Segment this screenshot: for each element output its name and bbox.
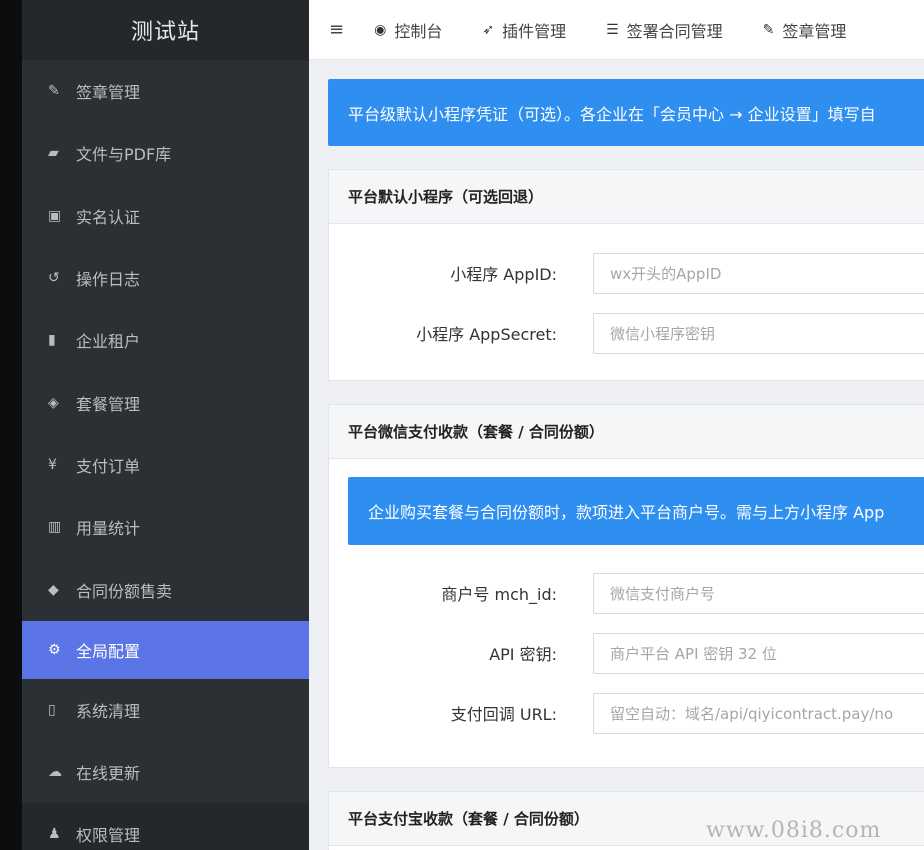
history-icon: ↺	[48, 270, 60, 287]
top-navbar: ≡ ◉ 控制台 ➶ 插件管理 ☰ 签署合同管理 ✎ 签章管理	[309, 0, 924, 60]
sidebar-item-label: 合同份额售卖	[76, 581, 173, 601]
brand-title[interactable]: 测试站	[22, 0, 309, 60]
top-nav-label: 插件管理	[502, 21, 567, 41]
list-icon: ☰	[606, 21, 619, 38]
rocket-icon: ➶	[482, 21, 495, 38]
sidebar-item[interactable]: ♟ 权限管理	[22, 803, 309, 850]
id-card-icon: ▣	[48, 207, 62, 224]
users-icon: ♟	[48, 826, 61, 843]
field-label: 小程序 AppID:	[450, 265, 557, 284]
sidebar-item-label: 在线更新	[76, 764, 141, 784]
field-label: 商户号 mch_id:	[441, 585, 557, 604]
sidebar: 测试站 ✎ 签章管理 ▰ 文件与PDF库 ▣ 实名认证 ↺ 操作日志 ▮ 企业租户 ◈ 套餐管理 ¥ 支付…	[22, 0, 309, 850]
form-row-mch-id: 商户号 mch_id: 微信支付商户号	[329, 563, 924, 623]
wechat-pay-panel: 平台微信支付收款（套餐 / 合同份额） 企业购买套餐与合同份额时，款项进入平台商…	[328, 404, 924, 768]
left-edge-strip	[0, 0, 22, 850]
sidebar-item[interactable]: ☁ 在线更新	[22, 741, 309, 803]
sidebar-item-label: 全局配置	[76, 641, 141, 661]
panel-title: 平台默认小程序（可选回退）	[329, 170, 924, 224]
sidebar-item-label: 系统清理	[76, 701, 141, 721]
top-nav-label: 签章管理	[782, 21, 847, 41]
sidebar-item[interactable]: ◈ 套餐管理	[22, 371, 309, 433]
top-nav-label: 控制台	[394, 21, 443, 41]
sidebar-item-label: 支付订单	[76, 456, 141, 476]
dashboard-icon: ◉	[374, 21, 387, 38]
form-row-notify-url: 支付回调 URL: 留空自动：域名/api/qiyicontract.pay/n…	[329, 683, 924, 743]
form-row-api-key: API 密钥: 商户平台 API 密钥 32 位	[329, 623, 924, 683]
sidebar-item[interactable]: ▥ 用量统计	[22, 496, 309, 558]
sidebar-item[interactable]: ¥ 支付订单	[22, 434, 309, 496]
platform-notice: 平台级默认小程序凭证（可选）。各企业在「会员中心 → 企业设置」填写自	[328, 79, 924, 146]
building-icon: ▮	[48, 332, 56, 349]
sidebar-item-label: 文件与PDF库	[76, 145, 172, 165]
sidebar-item[interactable]: ✎ 签章管理	[22, 60, 309, 122]
edit-icon: ✎	[48, 83, 60, 100]
api-key-input[interactable]: 商户平台 API 密钥 32 位	[593, 632, 924, 674]
trash-icon: ▯	[48, 701, 56, 718]
form-row-appsecret: 小程序 AppSecret: 微信小程序密钥	[329, 303, 924, 363]
sidebar-item-label: 企业租户	[76, 332, 141, 352]
top-nav: ◉ 控制台 ➶ 插件管理 ☰ 签署合同管理 ✎ 签章管理	[374, 18, 886, 42]
folder-icon: ▰	[48, 145, 59, 162]
wechat-pay-notice: 企业购买套餐与合同份额时，款项进入平台商户号。需与上方小程序 App	[348, 477, 924, 545]
yen-icon: ¥	[48, 456, 57, 473]
field-label: 支付回调 URL:	[450, 705, 557, 724]
appid-input[interactable]: wx开头的AppID	[593, 252, 924, 294]
sidebar-item[interactable]: ⚙ 全局配置	[22, 620, 309, 679]
top-nav-item[interactable]: ✎ 签章管理	[763, 18, 847, 42]
tag-icon: ◆	[48, 581, 59, 598]
edit-icon: ✎	[762, 21, 775, 38]
sidebar-item-label: 用量统计	[76, 519, 141, 539]
mch-id-input[interactable]: 微信支付商户号	[593, 572, 924, 614]
cogs-icon: ⚙	[48, 641, 61, 658]
sidebar-item-label: 权限管理	[76, 826, 141, 846]
cloud-upload-icon: ☁	[48, 764, 62, 781]
field-label: API 密钥:	[489, 645, 557, 664]
cube-icon: ◈	[48, 394, 59, 411]
miniapp-panel: 平台默认小程序（可选回退） 小程序 AppID: wx开头的AppID 小程序 …	[328, 169, 924, 381]
watermark: www.08i8.com	[706, 818, 882, 843]
sidebar-item[interactable]: ▮ 企业租户	[22, 309, 309, 371]
sidebar-item-label: 签章管理	[76, 83, 141, 103]
form-row-appid: 小程序 AppID: wx开头的AppID	[329, 243, 924, 303]
top-nav-label: 签署合同管理	[626, 21, 723, 41]
appsecret-input[interactable]: 微信小程序密钥	[593, 312, 924, 354]
notify-url-input[interactable]: 留空自动：域名/api/qiyicontract.pay/no	[593, 692, 924, 734]
main-content: ≡ ◉ 控制台 ➶ 插件管理 ☰ 签署合同管理 ✎ 签章管理 平台级默认小程序凭证（可选）。各…	[309, 0, 924, 850]
sidebar-item[interactable]: ↺ 操作日志	[22, 247, 309, 309]
field-label: 小程序 AppSecret:	[416, 325, 557, 344]
bar-chart-icon: ▥	[48, 519, 62, 536]
sidebar-item-label: 操作日志	[76, 270, 141, 290]
sidebar-item[interactable]: ▰ 文件与PDF库	[22, 122, 309, 184]
hamburger-icon[interactable]: ≡	[329, 19, 344, 40]
top-nav-item[interactable]: ➶ 插件管理	[482, 18, 566, 42]
sidebar-item[interactable]: ◆ 合同份额售卖	[22, 558, 309, 620]
sidebar-item-label: 套餐管理	[76, 394, 141, 414]
top-nav-item[interactable]: ◉ 控制台	[374, 18, 442, 42]
sidebar-menu: ✎ 签章管理 ▰ 文件与PDF库 ▣ 实名认证 ↺ 操作日志 ▮ 企业租户 ◈ 套餐管理 ¥ 支付订单 ▥ 用…	[22, 60, 309, 850]
top-nav-item[interactable]: ☰ 签署合同管理	[606, 18, 723, 42]
sidebar-item[interactable]: ▯ 系统清理	[22, 679, 309, 741]
sidebar-item[interactable]: ▣ 实名认证	[22, 185, 309, 247]
panel-title: 平台微信支付收款（套餐 / 合同份额）	[329, 405, 924, 459]
sidebar-item-label: 实名认证	[76, 207, 141, 227]
